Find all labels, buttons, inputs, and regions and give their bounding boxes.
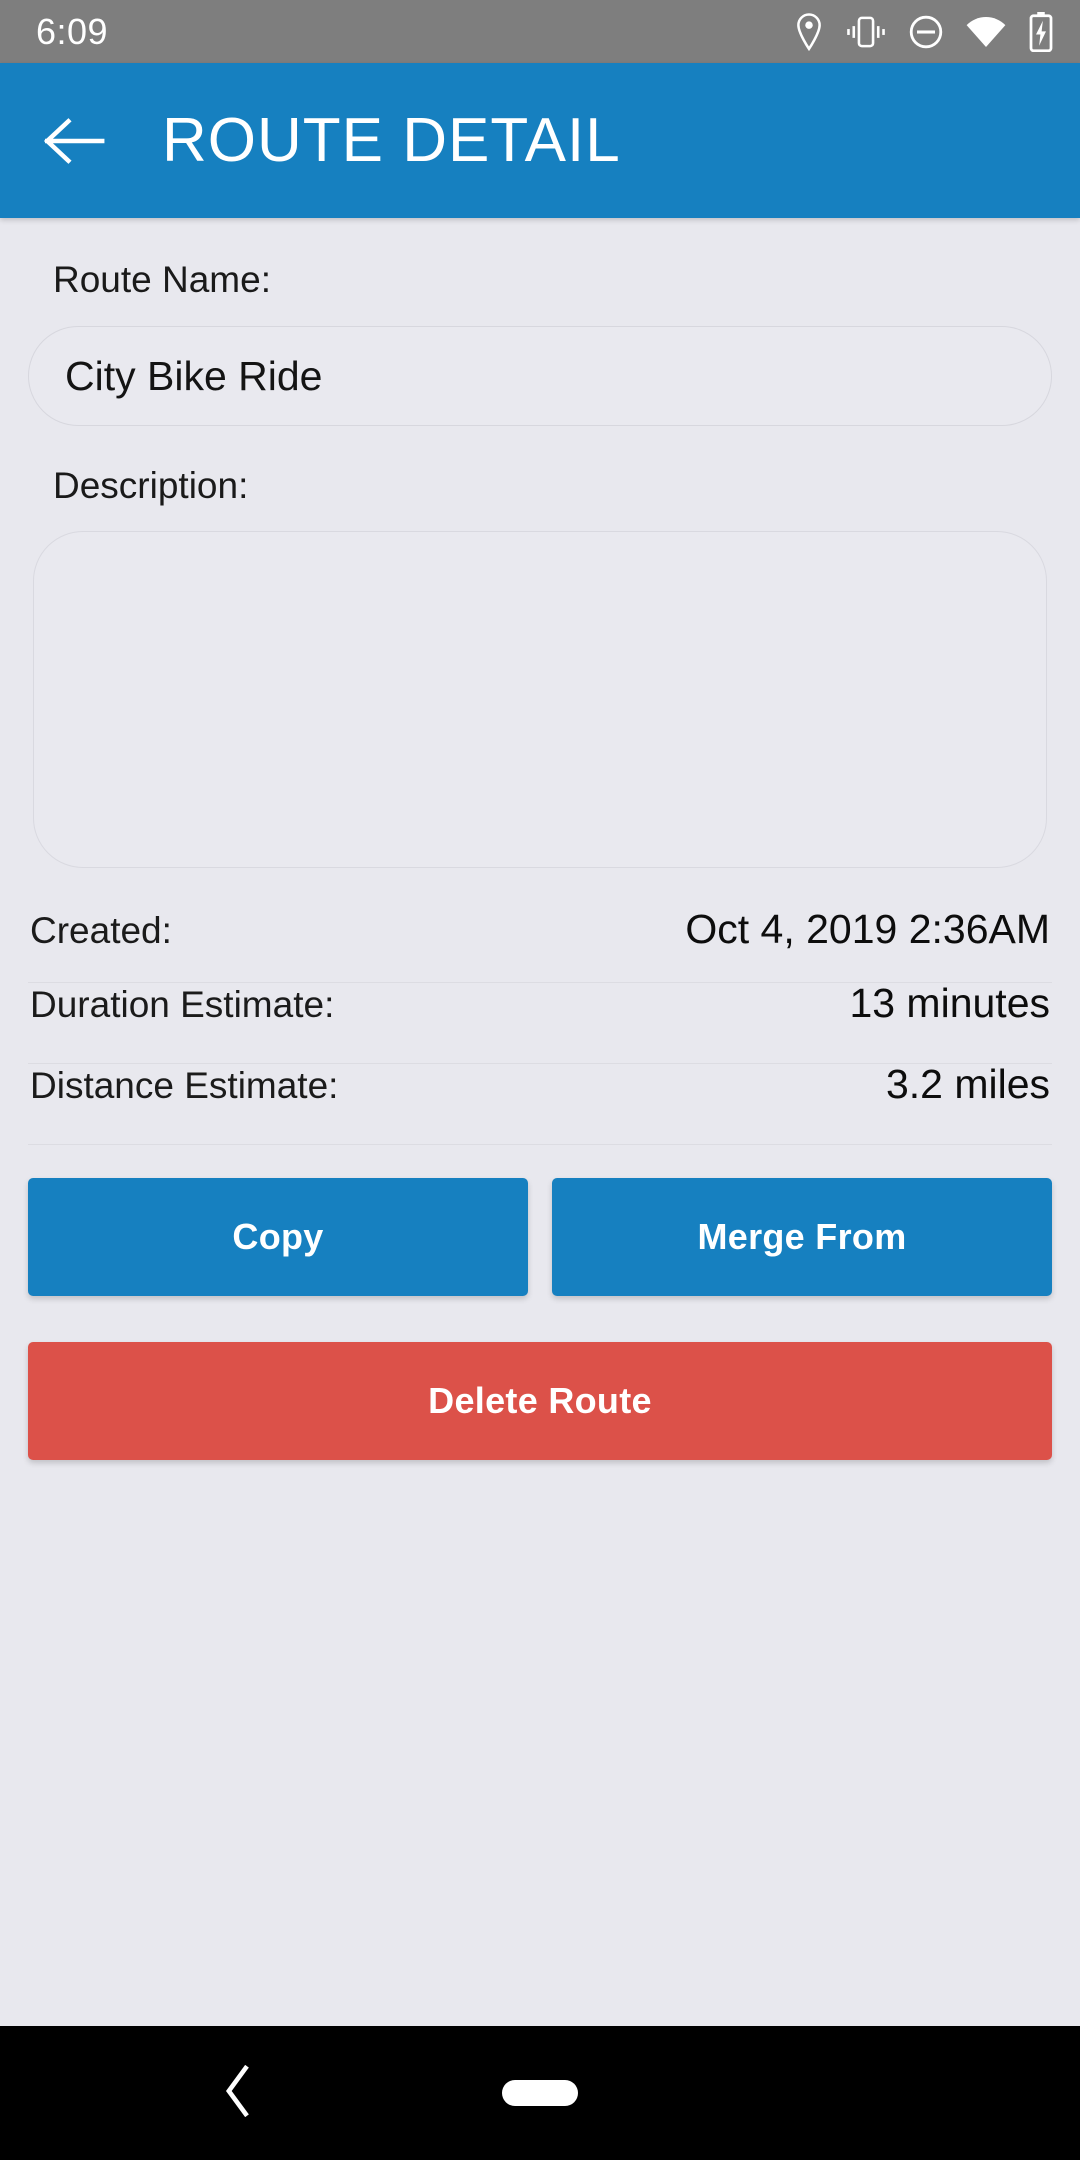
nav-back-button[interactable] bbox=[208, 2063, 268, 2123]
system-nav-bar bbox=[0, 2026, 1080, 2160]
route-detail-form: Route Name: Description: Created: Oct 4,… bbox=[0, 218, 1080, 2026]
detail-value: 13 minutes bbox=[849, 980, 1050, 1026]
phone-screen: 6:09 ROUTE DETAIL Route Name: City Bike … bbox=[0, 0, 1080, 2160]
battery-charging-icon bbox=[1028, 11, 1054, 52]
route-name-input[interactable] bbox=[28, 326, 1052, 426]
location-pin-icon bbox=[794, 12, 824, 51]
nav-back-chevron-icon bbox=[221, 2064, 255, 2122]
back-button[interactable] bbox=[38, 105, 110, 177]
do-not-disturb-icon bbox=[908, 14, 944, 50]
app-bar: ROUTE DETAIL bbox=[0, 63, 1080, 218]
detail-key: Created: bbox=[30, 910, 172, 951]
back-arrow-icon bbox=[43, 116, 105, 166]
wifi-icon bbox=[966, 15, 1006, 49]
description-input[interactable] bbox=[33, 531, 1047, 868]
status-bar: 6:09 bbox=[0, 0, 1080, 63]
description-label: Description: bbox=[53, 465, 249, 506]
detail-value: 3.2 miles bbox=[885, 1061, 1050, 1107]
merge-from-button[interactable]: Merge From bbox=[552, 1178, 1052, 1296]
table-row: Distance Estimate: 3.2 miles bbox=[28, 1064, 1052, 1145]
table-row: Duration Estimate: 13 minutes bbox=[28, 983, 1052, 1064]
copy-button[interactable]: Copy bbox=[28, 1178, 528, 1296]
detail-value: Oct 4, 2019 2:36AM bbox=[685, 906, 1050, 952]
action-button-row: Copy Merge From bbox=[28, 1178, 1052, 1296]
delete-route-button[interactable]: Delete Route bbox=[28, 1342, 1052, 1460]
nav-home-pill-icon[interactable] bbox=[502, 2080, 578, 2106]
route-name-label: Route Name: bbox=[53, 259, 271, 300]
detail-rows: Created: Oct 4, 2019 2:36AM Duration Est… bbox=[28, 909, 1052, 1145]
page-title: ROUTE DETAIL bbox=[162, 106, 621, 175]
status-bar-icons bbox=[794, 11, 1054, 52]
detail-key: Distance Estimate: bbox=[30, 1065, 339, 1106]
status-bar-clock: 6:09 bbox=[36, 10, 109, 52]
vibrate-icon bbox=[846, 14, 886, 50]
detail-key: Duration Estimate: bbox=[30, 984, 335, 1025]
table-row: Created: Oct 4, 2019 2:36AM bbox=[28, 909, 1052, 983]
